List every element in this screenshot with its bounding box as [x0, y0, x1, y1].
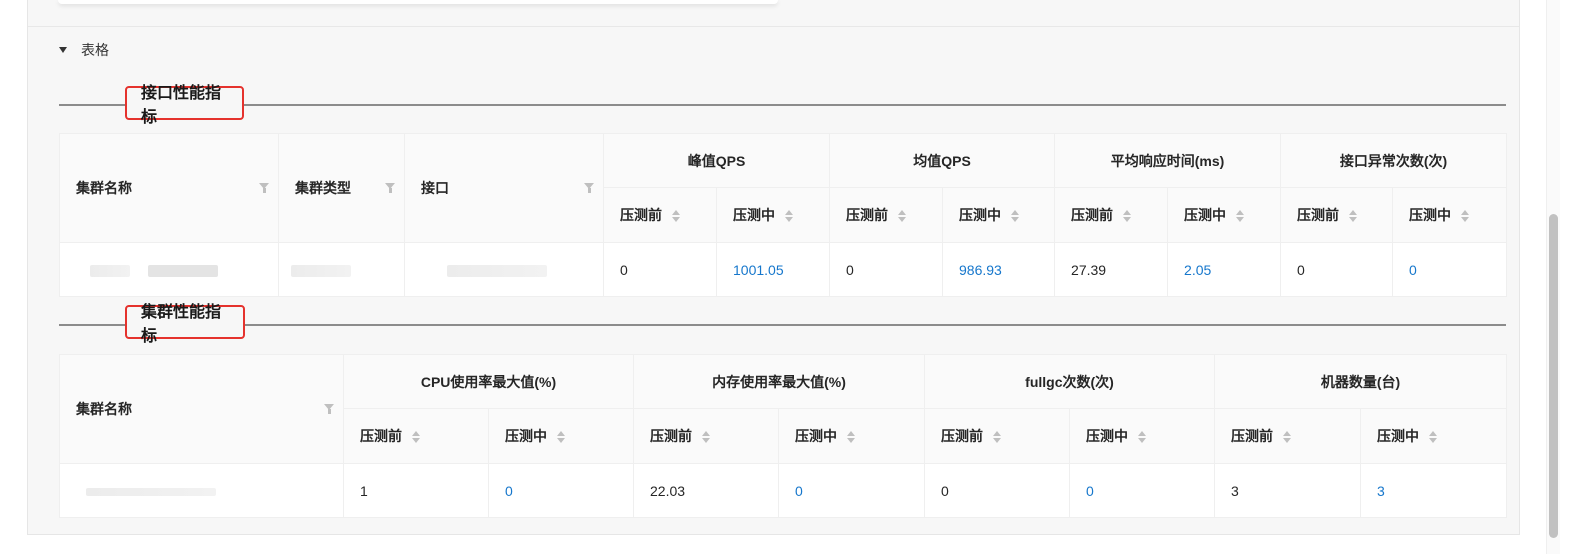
cell-value-link[interactable]: 0 — [778, 463, 925, 518]
group-header: 均值QPS — [829, 133, 1056, 188]
cell-value: 0 — [924, 463, 1070, 518]
filter-icon[interactable] — [259, 183, 270, 193]
section-divider-cluster — [59, 324, 1506, 326]
group-header: 内存使用率最大值(%) — [633, 354, 925, 409]
sort-icon[interactable] — [557, 431, 565, 444]
cell-cluster-name-redacted — [59, 242, 279, 297]
interface-metrics-table: 集群名称 集群类型 接口 峰值QPS 均值QPS 平均响应时间(ms) 接口异常… — [59, 133, 1508, 297]
sort-icon[interactable] — [1461, 210, 1470, 223]
filter-icon[interactable] — [584, 183, 595, 193]
table-row: 0 1001.05 0 986.93 27.39 2.05 0 0 — [59, 242, 1508, 297]
filter-icon[interactable] — [385, 183, 396, 193]
col-cluster-type: 集群类型 — [278, 133, 405, 243]
sort-header-before[interactable]: 压测前 — [924, 408, 1070, 464]
cell-value-link[interactable]: 3 — [1359, 463, 1508, 518]
cell-value: 3 — [1214, 463, 1361, 518]
cell-value-link[interactable]: 986.93 — [942, 242, 1056, 297]
col-interface: 接口 — [404, 133, 604, 243]
sort-header-during[interactable]: 压测中 — [942, 187, 1056, 243]
collapse-label: 表格 — [81, 42, 109, 58]
cluster-metrics-table: 集群名称 CPU使用率最大值(%) 内存使用率最大值(%) fullgc次数(次… — [59, 354, 1508, 518]
sort-header-during[interactable]: 压测中 — [1392, 187, 1508, 243]
group-header: 机器数量(台) — [1213, 354, 1508, 409]
divider — [28, 26, 1519, 27]
col-cluster-name: 集群名称 — [59, 133, 279, 243]
group-header: 峰值QPS — [602, 133, 831, 188]
sort-header-during[interactable]: 压测中 — [778, 408, 925, 464]
sort-header-before[interactable]: 压测前 — [1214, 408, 1361, 464]
group-header: 平均响应时间(ms) — [1054, 133, 1282, 188]
sort-header-before[interactable]: 压测前 — [1054, 187, 1169, 243]
sort-header-before[interactable]: 压测前 — [633, 408, 779, 464]
sort-icon[interactable] — [993, 431, 1001, 444]
table-row: 1 0 22.03 0 0 0 3 3 — [59, 463, 1508, 518]
col-cluster-name: 集群名称 — [59, 354, 344, 464]
group-header: 接口异常次数(次) — [1280, 133, 1508, 188]
sort-header-before[interactable]: 压测前 — [343, 408, 489, 464]
cell-value-link[interactable]: 1001.05 — [715, 242, 831, 297]
sort-icon[interactable] — [1138, 431, 1146, 444]
cell-cluster-name-redacted — [59, 463, 344, 518]
sort-icon[interactable] — [702, 431, 710, 444]
group-header: CPU使用率最大值(%) — [343, 354, 634, 409]
sort-header-before[interactable]: 压测前 — [603, 187, 717, 243]
cell-cluster-type-redacted — [278, 242, 405, 297]
sort-header-during[interactable]: 压测中 — [1167, 187, 1282, 243]
filter-icon[interactable] — [324, 404, 335, 414]
sort-header-during[interactable]: 压测中 — [1359, 408, 1508, 464]
cell-value: 22.03 — [633, 463, 779, 518]
cell-value: 1 — [343, 463, 489, 518]
section-divider-interface — [59, 104, 1506, 106]
cell-value: 0 — [1280, 242, 1394, 297]
sort-header-during[interactable]: 压测中 — [715, 187, 831, 243]
group-header: fullgc次数(次) — [924, 354, 1215, 409]
top-card-edge — [58, 0, 778, 4]
section-title-cluster: 集群性能指标 — [125, 304, 245, 345]
sort-icon[interactable] — [785, 210, 793, 223]
caret-down-icon — [59, 47, 67, 53]
report-panel: 表格 接口性能指标 集群名称 集群类型 接口 峰值QPS 均值QPS 平均响应时… — [27, 0, 1520, 535]
sort-header-before[interactable]: 压测前 — [1280, 187, 1394, 243]
sort-icon[interactable] — [1123, 210, 1132, 223]
sort-icon[interactable] — [847, 431, 855, 444]
cell-interface-redacted — [404, 242, 604, 297]
sort-icon[interactable] — [1283, 431, 1291, 444]
cell-value-link[interactable]: 0 — [1392, 242, 1508, 297]
sort-icon[interactable] — [672, 210, 680, 223]
cell-value-link[interactable]: 0 — [1069, 463, 1215, 518]
sort-icon[interactable] — [1236, 210, 1245, 223]
sort-icon[interactable] — [412, 431, 420, 444]
sort-header-before[interactable]: 压测前 — [829, 187, 944, 243]
sort-header-during[interactable]: 压测中 — [1069, 408, 1215, 464]
sort-icon[interactable] — [898, 210, 907, 223]
sort-icon[interactable] — [1429, 431, 1437, 444]
sort-icon[interactable] — [1011, 210, 1020, 223]
cell-value: 27.39 — [1054, 242, 1169, 297]
table-collapse-toggle[interactable]: 表格 — [59, 41, 109, 59]
sort-icon[interactable] — [1349, 210, 1358, 223]
cell-value: 0 — [603, 242, 717, 297]
cell-value-link[interactable]: 0 — [488, 463, 634, 518]
sort-header-during[interactable]: 压测中 — [488, 408, 634, 464]
cell-value: 0 — [829, 242, 944, 297]
section-title-interface: 接口性能指标 — [125, 85, 244, 126]
scrollbar-thumb[interactable] — [1549, 214, 1558, 538]
cell-value-link[interactable]: 2.05 — [1167, 242, 1282, 297]
